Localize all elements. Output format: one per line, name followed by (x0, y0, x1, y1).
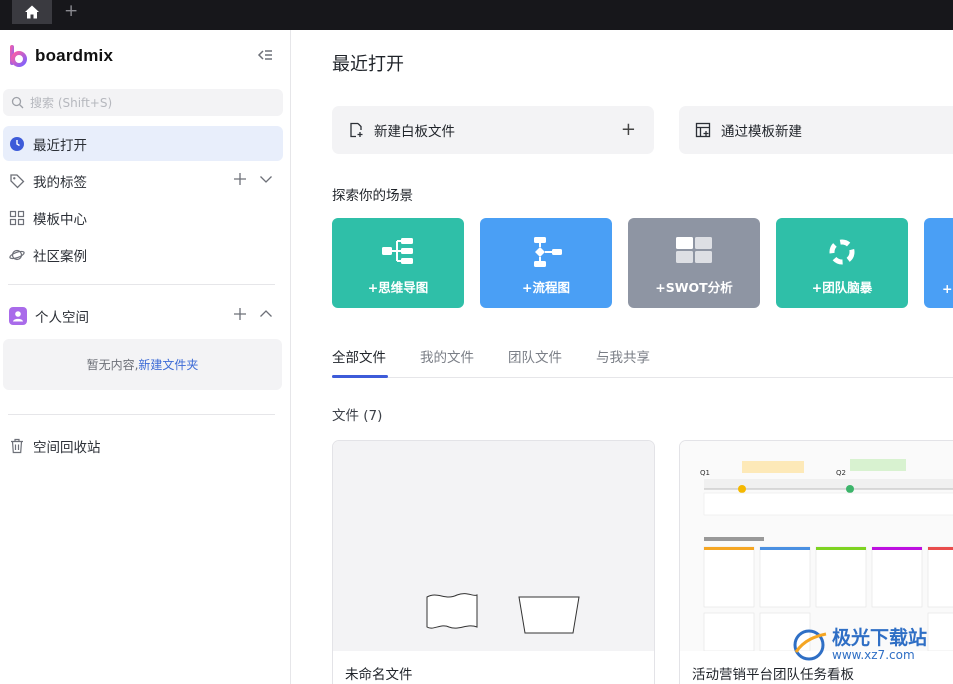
plus-icon: + (620, 119, 636, 140)
empty-folder-box: 暂无内容, 新建文件夹 (3, 339, 282, 390)
mindmap-icon (382, 238, 413, 264)
home-icon (25, 5, 39, 19)
divider (8, 284, 275, 285)
watermark-logo-icon (793, 629, 827, 661)
file-card[interactable]: 未命名文件 (332, 440, 655, 684)
tab-label: 我的文件 (420, 350, 474, 366)
new-whiteboard-button[interactable]: 新建白板文件 + (332, 106, 654, 154)
divider (8, 414, 275, 415)
sidebar-item-label: 社区案例 (33, 248, 87, 265)
scene-label: +思维导图 (367, 280, 429, 295)
collapse-icon (257, 50, 272, 60)
sidebar: boardmix 搜索 (Shift+S) 最近打开 我的标签 模板中心 社区案… (0, 30, 291, 684)
watermark-url: www.xz7.com (832, 648, 915, 662)
sidebar-item-tags[interactable]: 我的标签 (3, 163, 283, 198)
boardmix-logo-icon (10, 45, 27, 67)
empty-text: 暂无内容, (86, 358, 139, 372)
sidebar-item-label: 空间回收站 (33, 439, 101, 456)
scene-label: + (942, 281, 953, 296)
clock-icon (10, 136, 24, 151)
chevron-down-icon[interactable] (259, 172, 273, 186)
new-from-template-button[interactable]: 通过模板新建 (679, 106, 953, 154)
file-thumbnail (333, 441, 654, 651)
new-tab-button[interactable]: + (64, 1, 78, 21)
home-tab[interactable] (12, 0, 52, 24)
brainstorm-icon (829, 239, 855, 265)
grid-icon (9, 210, 25, 225)
explore-title: 探索你的场景 (332, 188, 413, 204)
watermark-text-block: 极光下载站 www.xz7.com (832, 628, 927, 662)
tab-label: 团队文件 (508, 350, 562, 366)
scene-more[interactable]: + (924, 218, 953, 308)
watermark: 极光下载站 www.xz7.com (790, 628, 927, 662)
search-icon (11, 96, 24, 109)
tab-label: 与我共享 (596, 350, 650, 366)
add-space-icon[interactable] (233, 307, 247, 321)
active-tab-indicator (332, 375, 388, 378)
personal-space-icon (9, 306, 27, 325)
scene-label: +团队脑暴 (811, 280, 873, 295)
swot-icon (676, 237, 712, 263)
template-icon (695, 122, 711, 138)
tab-shared-with-me[interactable]: 与我共享 (596, 346, 650, 377)
svg-text:Q2: Q2 (836, 469, 846, 477)
sidebar-item-trash[interactable]: 空间回收站 (3, 428, 283, 463)
file-name: 未命名文件 (345, 667, 413, 683)
files-count-label: 文件 (7) (332, 408, 383, 424)
file-tabs: 全部文件 我的文件 团队文件 与我共享 (332, 346, 953, 378)
sidebar-item-label: 模板中心 (33, 211, 87, 228)
sidebar-item-recent[interactable]: 最近打开 (3, 126, 283, 161)
scene-label: +SWOT分析 (655, 280, 733, 295)
page-title: 最近打开 (332, 54, 404, 75)
main-content: 最近打开 新建白板文件 + 通过模板新建 探索你的场景 +思维导图 +流程图 +… (292, 30, 953, 684)
add-tag-icon[interactable] (233, 172, 247, 186)
scene-mindmap[interactable]: +思维导图 (332, 218, 464, 308)
tag-icon (10, 173, 25, 188)
sidebar-item-community[interactable]: 社区案例 (3, 237, 283, 272)
sketch-thumbnail (426, 593, 580, 634)
svg-text:Q1: Q1 (700, 469, 710, 477)
planet-icon (9, 249, 25, 260)
file-name: 活动营销平台团队任务看板 (692, 667, 854, 683)
new-folder-link[interactable]: 新建文件夹 (138, 356, 198, 373)
file-thumbnail: Q1 Q2 (680, 441, 953, 652)
sidebar-item-templates[interactable]: 模板中心 (3, 200, 283, 235)
chevron-up-icon[interactable] (259, 307, 273, 321)
tab-my-files[interactable]: 我的文件 (420, 346, 474, 377)
trash-icon (11, 438, 23, 453)
scene-swot[interactable]: +SWOT分析 (628, 218, 760, 308)
action-label: 新建白板文件 (374, 124, 455, 140)
logo-text: boardmix (35, 46, 114, 65)
flowchart-icon (534, 237, 562, 267)
search-input[interactable]: 搜索 (Shift+S) (3, 89, 283, 116)
scene-brainstorm[interactable]: +团队脑暴 (776, 218, 908, 308)
action-label: 通过模板新建 (721, 124, 802, 140)
tab-all-files[interactable]: 全部文件 (332, 346, 388, 378)
new-file-icon (350, 122, 363, 138)
sidebar-item-label: 个人空间 (35, 309, 89, 326)
tab-label: 全部文件 (332, 350, 386, 366)
sidebar-item-personal-space[interactable]: 个人空间 (3, 298, 283, 333)
scene-label: +流程图 (522, 280, 570, 295)
sidebar-item-label: 我的标签 (33, 174, 87, 191)
kanban-thumbnail: Q1 Q2 (700, 459, 953, 652)
watermark-text: 极光下载站 (832, 627, 928, 649)
sidebar-item-label: 最近打开 (33, 137, 87, 154)
search-placeholder: 搜索 (Shift+S) (30, 96, 113, 110)
collapse-sidebar-button[interactable] (256, 46, 274, 64)
scene-flowchart[interactable]: +流程图 (480, 218, 612, 308)
logo[interactable]: boardmix (9, 44, 113, 68)
window-tab-bar: + (0, 0, 953, 30)
tab-team-files[interactable]: 团队文件 (508, 346, 562, 377)
